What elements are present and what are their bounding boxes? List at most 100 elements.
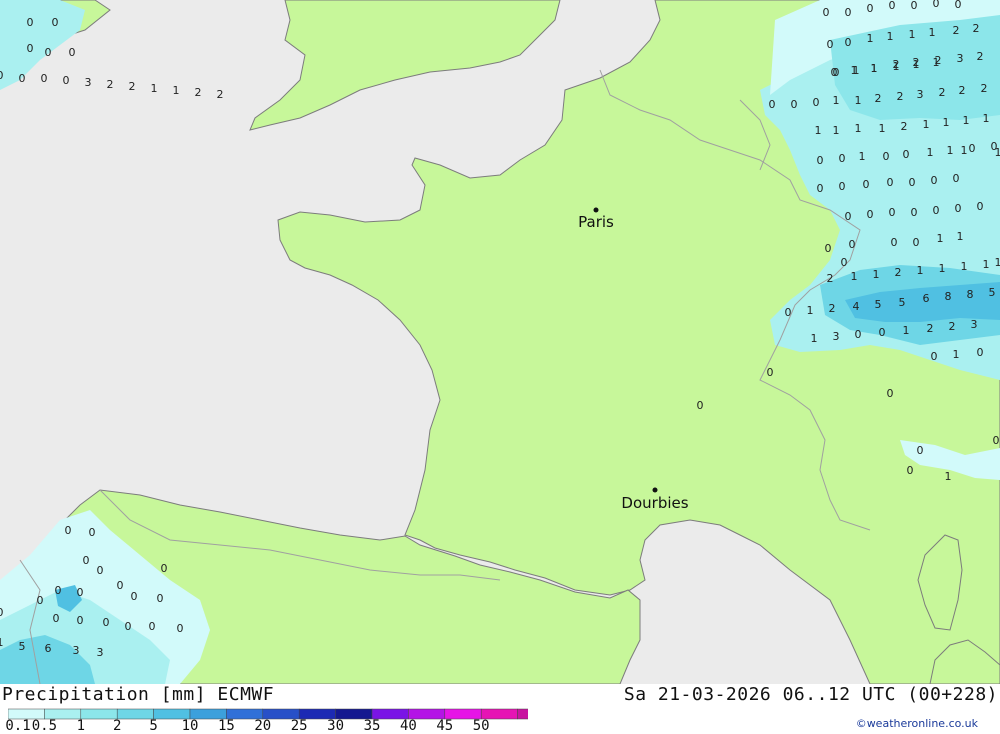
precip-value: 4 — [853, 300, 860, 313]
precip-value: 1 — [957, 230, 964, 243]
precip-value: 0 — [37, 594, 44, 607]
precipitation-map[interactable]: Paris Dourbies 0000000001111011111220112… — [0, 0, 1000, 684]
precip-value: 1 — [855, 122, 862, 135]
precip-value: 0 — [177, 622, 184, 635]
precip-value: 1 — [833, 124, 840, 137]
precip-value: 0 — [77, 586, 84, 599]
precip-value: 2 — [953, 24, 960, 37]
precip-value: 0 — [833, 66, 840, 79]
precip-value: 0 — [969, 142, 976, 155]
precip-value: 0 — [149, 620, 156, 633]
precip-value: 0 — [125, 620, 132, 633]
precip-value: 1 — [173, 84, 180, 97]
precip-value: 0 — [63, 74, 70, 87]
city-label: Paris — [578, 213, 614, 231]
precip-value: 1 — [963, 114, 970, 127]
precip-value: 0 — [103, 616, 110, 629]
precip-value: 0 — [131, 590, 138, 603]
precip-value: 0 — [839, 152, 846, 165]
precip-value: 2 — [901, 120, 908, 133]
legend-label: 50 — [473, 718, 490, 734]
precip-value: 0 — [77, 614, 84, 627]
credit-link[interactable]: ©weatheronline.co.uk — [856, 717, 978, 730]
precip-value: 0 — [791, 98, 798, 111]
precip-value: 1 — [983, 112, 990, 125]
precip-value: 1 — [833, 94, 840, 107]
precip-value: 0 — [19, 72, 26, 85]
precip-value: 1 — [945, 470, 952, 483]
precip-value: 1 — [807, 304, 814, 317]
precip-value: 0 — [845, 6, 852, 19]
precip-value: 0 — [887, 176, 894, 189]
precip-value: 1 — [887, 30, 894, 43]
precip-value: 0 — [993, 434, 1000, 447]
precip-value: 2 — [959, 84, 966, 97]
precip-value: 0 — [53, 612, 60, 625]
precip-value: 6 — [45, 642, 52, 655]
precip-value: 1 — [855, 94, 862, 107]
precip-value: 0 — [161, 562, 168, 575]
precip-value: 0 — [991, 140, 998, 153]
precip-value: 0 — [933, 0, 940, 10]
precip-value: 0 — [845, 210, 852, 223]
precip-value: 3 — [917, 88, 924, 101]
precip-value: 1 — [961, 144, 968, 157]
precip-value: 2 — [973, 22, 980, 35]
precip-value: 0 — [883, 150, 890, 163]
legend-label: 10 — [182, 718, 199, 734]
precip-value: 0 — [157, 592, 164, 605]
precip-value: 2 — [913, 56, 920, 69]
run-info: Sa 21-03-2026 06..12 UTC (00+228) — [624, 684, 998, 705]
precip-value: 2 — [897, 90, 904, 103]
precip-value: 0 — [0, 606, 4, 619]
precip-value: 2 — [935, 54, 942, 67]
precip-value: 0 — [889, 206, 896, 219]
precip-value: 2 — [939, 86, 946, 99]
precip-value: 0 — [907, 464, 914, 477]
precip-value: 1 — [929, 26, 936, 39]
precip-value: 3 — [971, 318, 978, 331]
precip-value: 1 — [867, 32, 874, 45]
precip-value: 0 — [55, 584, 62, 597]
precip-value: 1 — [151, 82, 158, 95]
precip-value: 1 — [943, 116, 950, 129]
precip-value: 1 — [815, 124, 822, 137]
precip-value: 1 — [873, 268, 880, 281]
precip-value: 0 — [845, 36, 852, 49]
precip-value: 1 — [811, 332, 818, 345]
precip-value: 0 — [0, 69, 4, 82]
precip-value: 6 — [923, 292, 930, 305]
city-label: Dourbies — [621, 494, 688, 512]
legend-label: 0.1 — [5, 718, 30, 734]
precip-value: 1 — [909, 28, 916, 41]
precip-value: 2 — [927, 322, 934, 335]
precip-value: 0 — [813, 96, 820, 109]
precip-value: 0 — [917, 444, 924, 457]
precip-value: 0 — [97, 564, 104, 577]
precip-value: 0 — [891, 236, 898, 249]
precip-value: 0 — [27, 42, 34, 55]
precip-value: 0 — [977, 346, 984, 359]
precip-value: 1 — [983, 258, 990, 271]
precip-value: 0 — [879, 326, 886, 339]
precip-value: 1 — [995, 256, 1000, 269]
precip-value: 3 — [97, 646, 104, 659]
legend-labels: 0.10.5125101520253035404550 — [0, 718, 520, 734]
precip-value: 0 — [45, 46, 52, 59]
legend-label: 1 — [77, 718, 85, 734]
precip-value: 1 — [0, 636, 4, 649]
legend-label: 40 — [400, 718, 417, 734]
precip-value: 2 — [829, 302, 836, 315]
precip-value: 0 — [817, 154, 824, 167]
precip-value: 0 — [827, 38, 834, 51]
precip-value: 0 — [913, 236, 920, 249]
precip-value: 0 — [849, 238, 856, 251]
precip-value: 0 — [855, 328, 862, 341]
precip-value: 0 — [887, 387, 894, 400]
precip-value: 0 — [839, 180, 846, 193]
precip-value: 5 — [899, 296, 906, 309]
precip-value: 0 — [52, 16, 59, 29]
precip-value: 0 — [767, 366, 774, 379]
precip-value: 0 — [911, 206, 918, 219]
precip-value: 0 — [83, 554, 90, 567]
